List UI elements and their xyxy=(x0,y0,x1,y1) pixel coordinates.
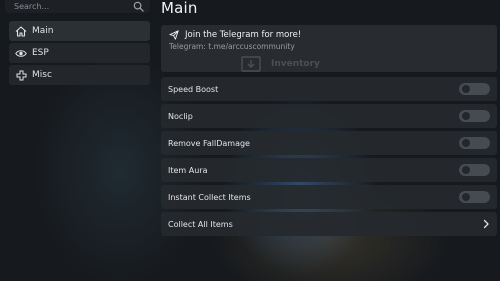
send-icon xyxy=(169,30,179,40)
row-label: Collect All Items xyxy=(168,219,233,229)
remove-falldamage-toggle[interactable] xyxy=(459,137,490,149)
toggle-knob xyxy=(462,166,470,174)
banner-title: Join the Telegram for more! xyxy=(185,30,302,40)
item-aura-toggle[interactable] xyxy=(459,164,490,176)
sidebar-item-main[interactable]: Main xyxy=(9,21,150,41)
eye-icon xyxy=(14,47,28,59)
toggle-knob xyxy=(462,112,470,120)
sidebar-item-label: Misc xyxy=(32,70,52,80)
toggle-knob xyxy=(462,85,470,93)
toggle-knob xyxy=(462,193,470,201)
search-bar[interactable] xyxy=(5,0,150,13)
collect-all-items-button[interactable]: Collect All Items xyxy=(161,212,497,236)
speed-boost-toggle[interactable] xyxy=(459,83,490,95)
instant-collect-items-row: Instant Collect Items xyxy=(161,185,497,209)
inventory-watermark: Inventory xyxy=(241,56,320,72)
inventory-icon xyxy=(241,56,261,72)
search-icon[interactable] xyxy=(133,1,144,12)
row-label: Speed Boost xyxy=(168,84,219,94)
search-input[interactable] xyxy=(14,2,133,11)
sidebar-item-label: ESP xyxy=(32,48,49,58)
row-label: Remove FallDamage xyxy=(168,138,250,148)
row-label: Instant Collect Items xyxy=(168,192,251,202)
speed-boost-row: Speed Boost xyxy=(161,77,497,101)
banner-header: Join the Telegram for more! xyxy=(169,30,301,40)
instant-collect-items-toggle[interactable] xyxy=(459,191,490,203)
banner-subtitle: Telegram: t.me/arccuscommunity xyxy=(169,42,295,51)
page-title: Main xyxy=(161,0,198,17)
sidebar-item-label: Main xyxy=(32,26,54,36)
sidebar-item-misc[interactable]: Misc xyxy=(9,65,150,85)
toggle-knob xyxy=(462,139,470,147)
telegram-banner[interactable]: Join the Telegram for more! Telegram: t.… xyxy=(161,25,497,72)
noclip-toggle[interactable] xyxy=(459,110,490,122)
row-label: Item Aura xyxy=(168,165,208,175)
noclip-row: Noclip xyxy=(161,104,497,128)
item-aura-row: Item Aura xyxy=(161,158,497,182)
sidebar: Main ESP Misc xyxy=(0,0,150,281)
sidebar-item-esp[interactable]: ESP xyxy=(9,43,150,63)
row-label: Noclip xyxy=(168,111,193,121)
main-panel: Main Join the Telegram for more! Telegra… xyxy=(161,0,500,281)
remove-falldamage-row: Remove FallDamage xyxy=(161,131,497,155)
plus-icon xyxy=(14,69,28,81)
watermark-label: Inventory xyxy=(271,59,320,69)
chevron-right-icon xyxy=(483,219,489,229)
home-icon xyxy=(14,25,28,37)
